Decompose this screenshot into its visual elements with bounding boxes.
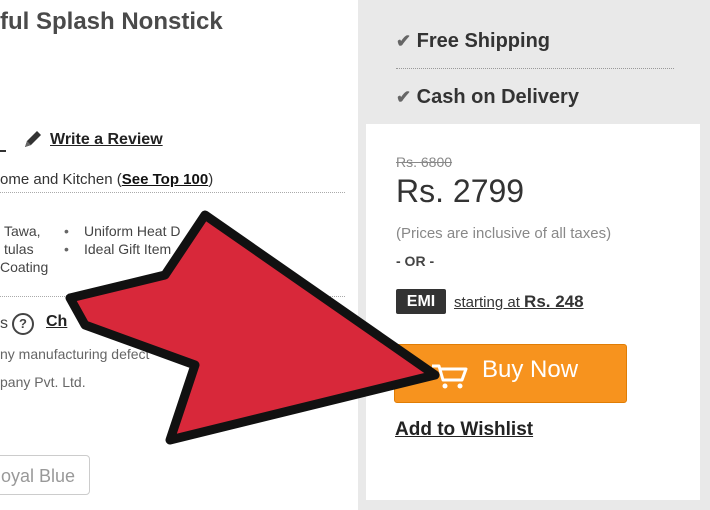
buy-now-label: Buy Now [482,356,579,383]
emi-prefix: starting at [454,294,525,311]
warranty-text: ny manufacturing defect [0,346,150,362]
feature-right-1-b: ution [194,223,225,239]
characteristics-link[interactable]: Ch [46,313,67,331]
selling-price: Rs. 2799 [396,173,525,209]
bullet: • [64,223,69,239]
help-icon[interactable]: ? [12,313,34,335]
free-shipping-label: Free Shipping [416,30,550,52]
write-review-link[interactable]: Write a Review [50,131,163,149]
cash-on-delivery-row: ✔ Cash on Delivery [396,86,579,109]
feature-right-1: Uniform Heat D ution [84,223,225,239]
tax-note: (Prices are inclusive of all taxes) [396,225,612,242]
emi-amount: Rs. 248 [524,292,584,311]
category-rank: ome and Kitchen (See Top 100) [0,171,213,188]
product-title: ful Splash Nonstick [0,8,223,35]
mrp-price: Rs. 6800 [396,154,453,170]
divider [0,296,345,297]
divider [0,192,345,193]
company-text: pany Pvt. Ltd. [0,374,86,390]
feature-left-3: Coating [0,259,49,275]
or-separator: - OR - [396,253,435,269]
shopping-cart-icon [432,364,468,389]
feature-right-1-a: Uniform Heat D [84,223,181,239]
category-suffix: ) [208,171,214,188]
feature-right-2: Ideal Gift Item [84,241,172,257]
emi-link[interactable]: starting at Rs. 248 [454,292,584,312]
cropped-letter: s [0,315,8,332]
check-icon: ✔ [396,87,412,107]
pencil-icon [25,131,41,147]
feature-left-2: tulas [4,241,34,257]
cod-label: Cash on Delivery [416,86,579,108]
feature-left-1: Tawa, [4,223,41,239]
add-to-wishlist-link[interactable]: Add to Wishlist [395,419,533,441]
bullet: • [64,241,69,257]
divider [396,68,674,69]
free-shipping-row: ✔ Free Shipping [396,30,550,53]
cropped-link-underline [0,150,6,152]
color-option-button[interactable]: oyal Blue [0,455,90,495]
emi-badge: EMI [396,289,446,314]
see-top-100-link[interactable]: See Top 100 [122,171,208,188]
check-icon: ✔ [396,31,412,51]
category-prefix: ome and Kitchen ( [0,171,122,188]
